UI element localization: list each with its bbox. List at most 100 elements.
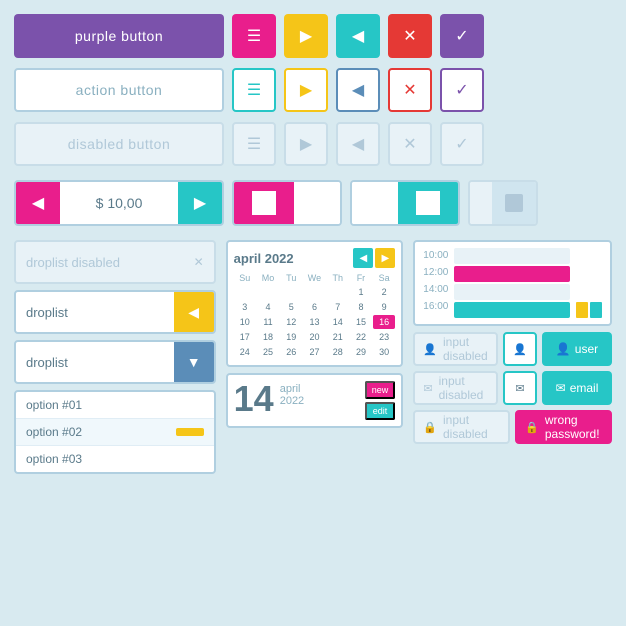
user-input-disabled: 👤 input disabled	[413, 332, 498, 366]
cal-day[interactable]: 1	[350, 285, 372, 299]
cal-day[interactable]: 24	[234, 345, 256, 359]
cal-day[interactable]: 9	[373, 300, 395, 314]
cal-day[interactable]: 13	[303, 315, 325, 329]
cal-day[interactable]: 28	[327, 345, 349, 359]
droplist-yellow[interactable]: droplist ◀	[14, 290, 216, 334]
option-label: option #02	[26, 425, 82, 439]
password-input-group: 🔒 input disabled 🔒 wrong password!	[413, 410, 612, 444]
password-disabled-text: input disabled	[443, 413, 500, 441]
email-input-active[interactable]: ✉	[503, 371, 537, 405]
input-fields: 👤 input disabled 👤 👤 user ✉ inp	[413, 332, 612, 444]
cal-day[interactable]: 8	[350, 300, 372, 314]
option-label: option #01	[26, 398, 82, 412]
input-disabled-text: input disabled	[443, 335, 488, 363]
list-item[interactable]: option #01	[16, 392, 214, 419]
close-button-red[interactable]: ✕	[388, 14, 432, 58]
play-button-disabled: ▶	[284, 122, 328, 166]
cal-day[interactable]: 15	[350, 315, 372, 329]
purple-button[interactable]: purple button	[14, 14, 224, 58]
new-button[interactable]: new	[365, 381, 396, 399]
play-button-yellow[interactable]: ▶	[284, 14, 328, 58]
cal-day[interactable]: 4	[257, 300, 279, 314]
check-button-purple[interactable]: ✓	[440, 14, 484, 58]
cal-day[interactable]: 5	[280, 300, 302, 314]
menu-button-outline-teal[interactable]: ☰	[232, 68, 276, 112]
time-block-empty2	[454, 284, 570, 300]
user-icon-disabled: 👤	[423, 342, 437, 356]
toggle-thumb-teal	[416, 191, 440, 215]
cal-day[interactable]: 2	[373, 285, 395, 299]
price-stepper[interactable]: ◀ $ 10,00 ▶	[14, 180, 224, 226]
check-icon-disabled: ✓	[455, 134, 468, 154]
check-button-outline-purple[interactable]: ✓	[440, 68, 484, 112]
cal-day[interactable]: 17	[234, 330, 256, 344]
option-indicator	[176, 428, 204, 436]
cal-day-today[interactable]: 16	[373, 315, 395, 329]
cal-day[interactable]: 10	[234, 315, 256, 329]
date-widget: 14 april 2022 new edit	[226, 373, 404, 428]
cal-day[interactable]: 27	[303, 345, 325, 359]
time-blocks	[454, 248, 570, 318]
back-button-outline-blue[interactable]: ◀	[336, 68, 380, 112]
date-month: april	[280, 383, 304, 395]
menu-icon-outline: ☰	[247, 80, 261, 100]
droplist-blue[interactable]: droplist ▼	[14, 340, 216, 384]
date-year: 2022	[280, 395, 304, 407]
action-button[interactable]: action button	[14, 68, 224, 112]
droplist-blue-label: droplist	[26, 355, 68, 370]
list-item[interactable]: option #03	[16, 446, 214, 472]
cal-day[interactable]: 22	[350, 330, 372, 344]
book-icon-teal	[590, 302, 602, 318]
cal-day[interactable]: 20	[303, 330, 325, 344]
menu-button-pink[interactable]: ☰	[232, 14, 276, 58]
cal-day[interactable]: 23	[373, 330, 395, 344]
error-text: wrong password!	[545, 413, 602, 441]
stepper-decrease[interactable]: ◀	[16, 182, 60, 224]
calendar-grid: Su Mo Tu We Th Fr Sa . . . . . 1 2 3	[234, 272, 396, 359]
list-item[interactable]: option #02	[16, 419, 214, 446]
user-label-text: user	[575, 342, 598, 356]
lock-icon-disabled: 🔒	[423, 420, 437, 434]
toggle-active-pink	[234, 182, 294, 224]
cal-day[interactable]: 7	[327, 300, 349, 314]
cal-day[interactable]: 3	[234, 300, 256, 314]
cal-day[interactable]: 18	[257, 330, 279, 344]
cal-day[interactable]: 25	[257, 345, 279, 359]
toggle-square-disabled	[505, 194, 523, 212]
close-button-outline-red[interactable]: ✕	[388, 68, 432, 112]
cal-day[interactable]: 11	[257, 315, 279, 329]
time-block-empty	[454, 248, 570, 264]
calendar-next[interactable]: ▶	[375, 248, 395, 268]
cal-day[interactable]: 14	[327, 315, 349, 329]
play-button-outline-yellow[interactable]: ▶	[284, 68, 328, 112]
droplist-yellow-label: droplist	[26, 305, 68, 320]
calendar-prev[interactable]: ◀	[353, 248, 373, 268]
toggle-teal[interactable]	[350, 180, 460, 226]
calendar-title: april 2022	[234, 251, 294, 266]
edit-button[interactable]: edit	[365, 402, 396, 420]
book-icons	[576, 248, 602, 318]
user-input-active[interactable]: 👤	[503, 332, 537, 366]
dropdown-options-list: option #01 option #02 option #03	[14, 390, 216, 474]
time-block-pink	[454, 266, 570, 282]
calendar-column: april 2022 ◀ ▶ Su Mo Tu We Th Fr Sa .	[226, 240, 404, 474]
back-icon-outline: ◀	[352, 80, 364, 100]
cal-day[interactable]: 6	[303, 300, 325, 314]
calendar-widget: april 2022 ◀ ▶ Su Mo Tu We Th Fr Sa .	[226, 240, 404, 367]
droplist-disabled-label: droplist disabled	[26, 255, 120, 270]
cal-day[interactable]: 21	[327, 330, 349, 344]
close-icon-outline: ✕	[403, 80, 416, 100]
toggle-pink[interactable]	[232, 180, 342, 226]
cal-day[interactable]: 12	[280, 315, 302, 329]
row-filled-buttons: purple button ☰ ▶ ◀ ✕ ✓	[14, 14, 612, 58]
date-month-year: april 2022	[280, 383, 304, 407]
cal-day[interactable]: 19	[280, 330, 302, 344]
cal-day[interactable]: 26	[280, 345, 302, 359]
stepper-increase[interactable]: ▶	[178, 182, 222, 224]
check-button-disabled: ✓	[440, 122, 484, 166]
cal-day[interactable]: 29	[350, 345, 372, 359]
back-button-teal[interactable]: ◀	[336, 14, 380, 58]
arrow-down-icon: ▼	[187, 354, 201, 370]
toggle-inactive	[294, 182, 340, 224]
cal-day[interactable]: 30	[373, 345, 395, 359]
